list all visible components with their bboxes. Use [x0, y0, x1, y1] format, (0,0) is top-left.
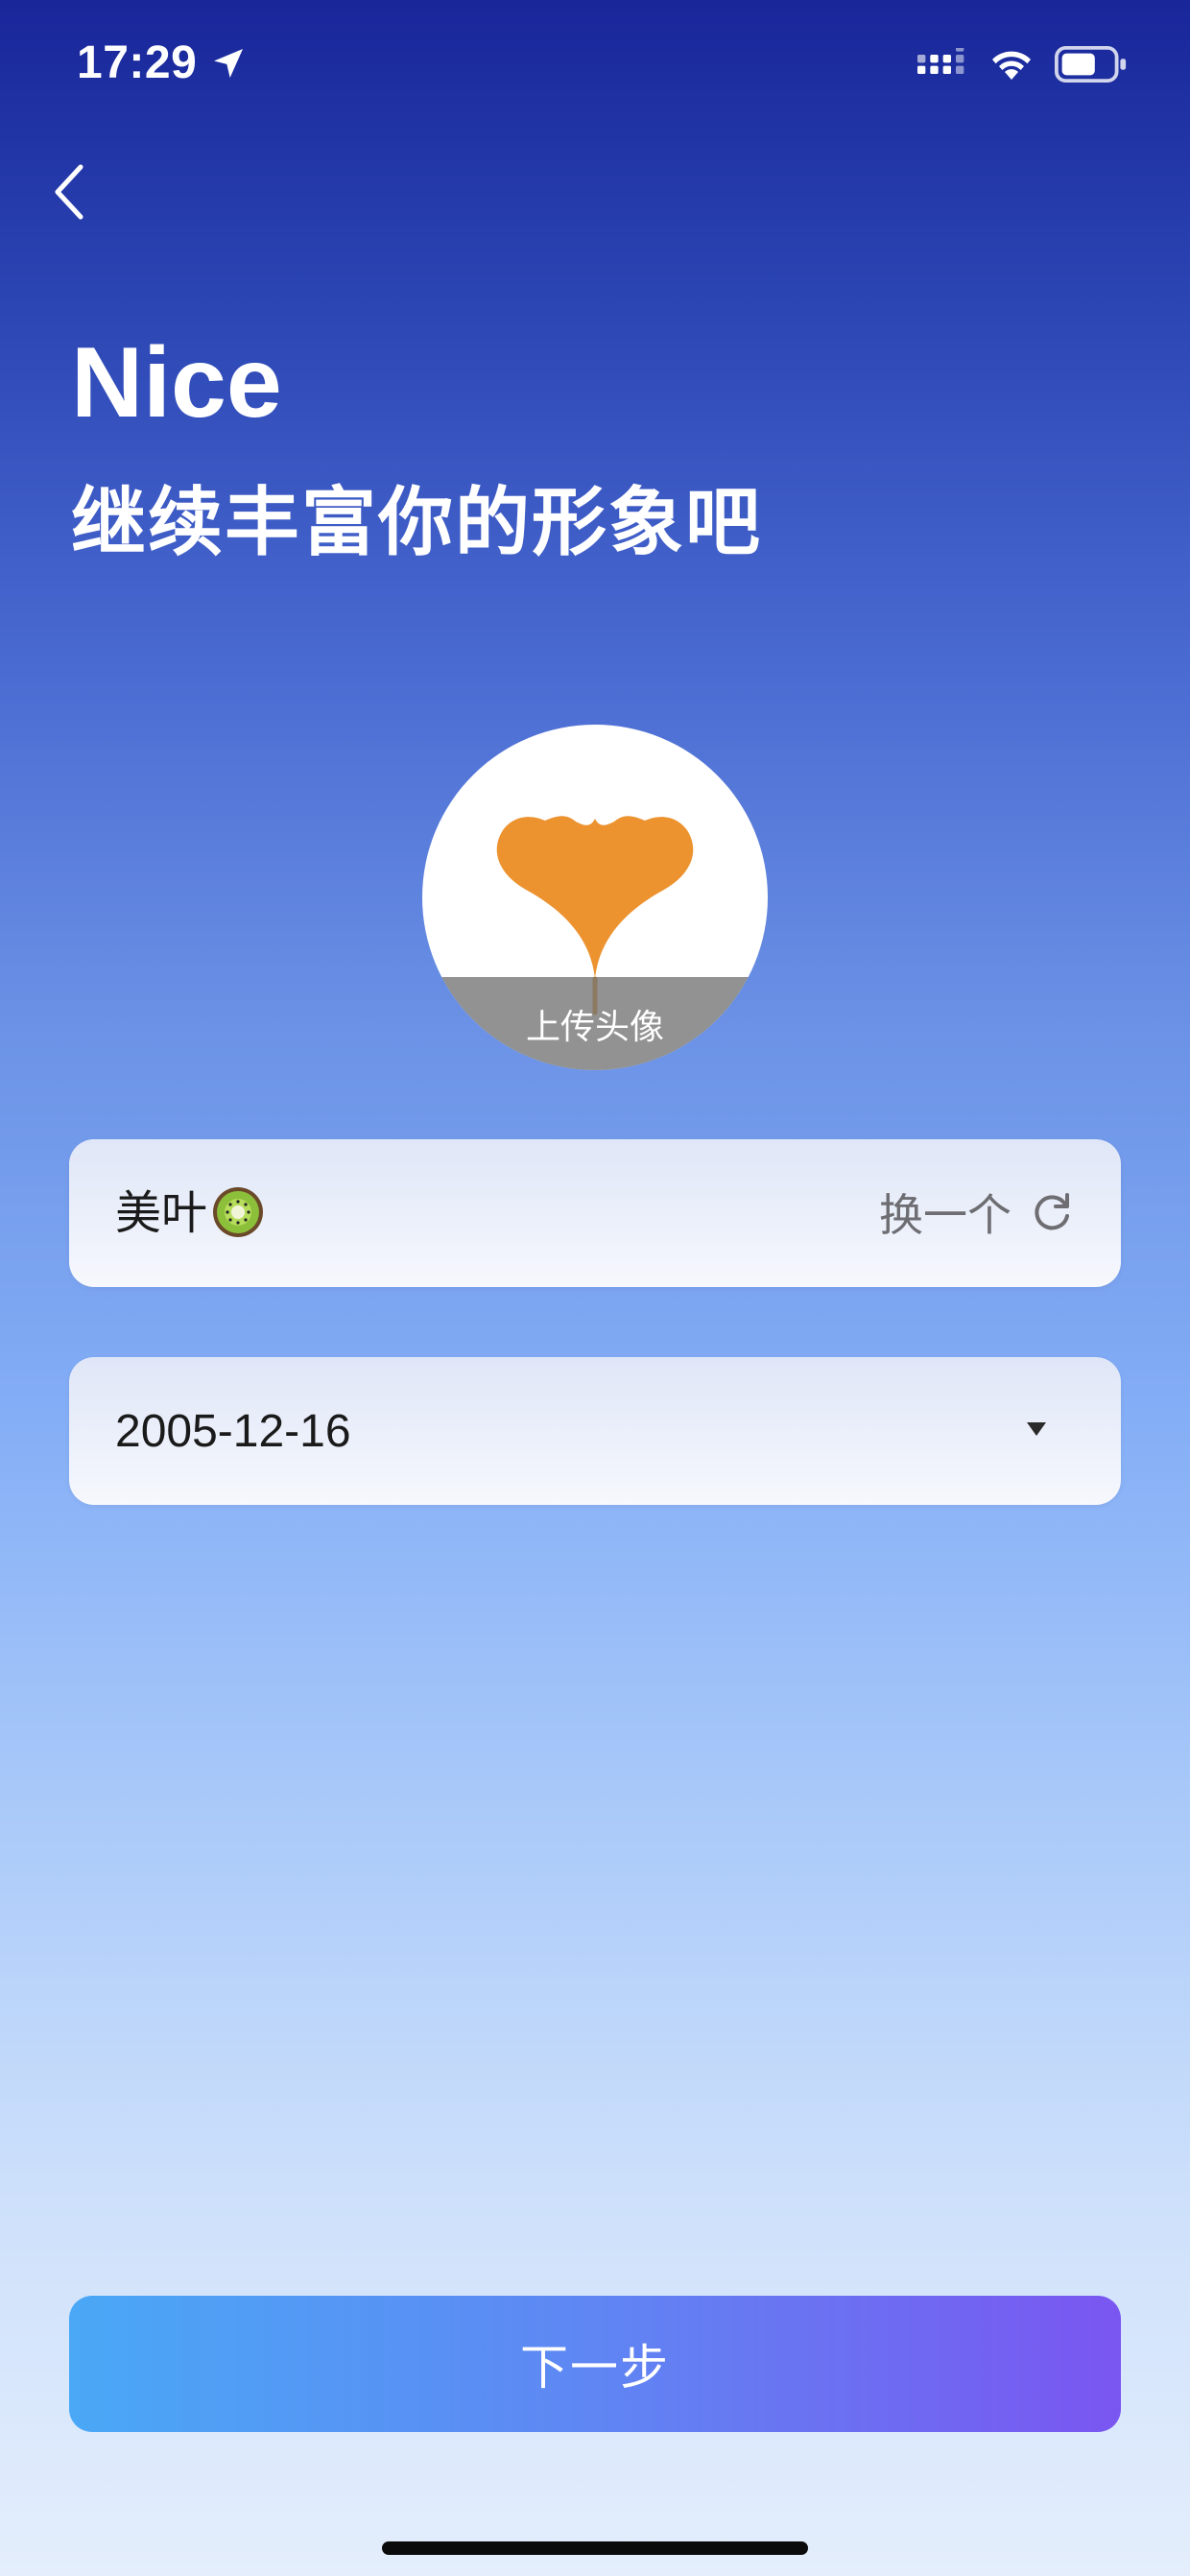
battery-icon [1055, 46, 1127, 83]
status-time: 17:29 [77, 37, 198, 88]
back-button[interactable] [46, 154, 104, 230]
signal-icon [917, 48, 964, 74]
birthday-value: 2005-12-16 [115, 1406, 351, 1457]
change-nickname-button[interactable]: 换一个 [879, 1181, 1075, 1243]
status-bar: 17:29 [0, 0, 1190, 134]
page-subtitle: 继续丰富你的形象吧 [71, 480, 763, 564]
page-title: Nice [71, 327, 282, 439]
kiwi-emoji-icon [213, 1187, 264, 1238]
nickname-value-wrap: 美叶 [115, 1187, 265, 1241]
refresh-icon [1035, 1193, 1069, 1230]
change-nickname-label: 换一个 [879, 1190, 1012, 1240]
nickname-field[interactable]: 美叶 换一个 [69, 1139, 1121, 1287]
home-indicator [382, 2541, 808, 2555]
next-step-label: 下一步 [520, 2341, 670, 2395]
chevron-left-icon [55, 164, 83, 220]
caret-down-icon [1027, 1422, 1046, 1436]
wifi-icon [992, 51, 1031, 80]
location-arrow-icon [214, 49, 243, 78]
birthday-select[interactable]: 2005-12-16 [69, 1357, 1121, 1505]
next-step-button[interactable]: 下一步 [69, 2296, 1121, 2432]
upload-avatar-label: 上传头像 [525, 1007, 664, 1046]
avatar-upload[interactable]: 上传头像 [422, 725, 768, 1070]
nickname-value: 美叶 [115, 1188, 208, 1239]
